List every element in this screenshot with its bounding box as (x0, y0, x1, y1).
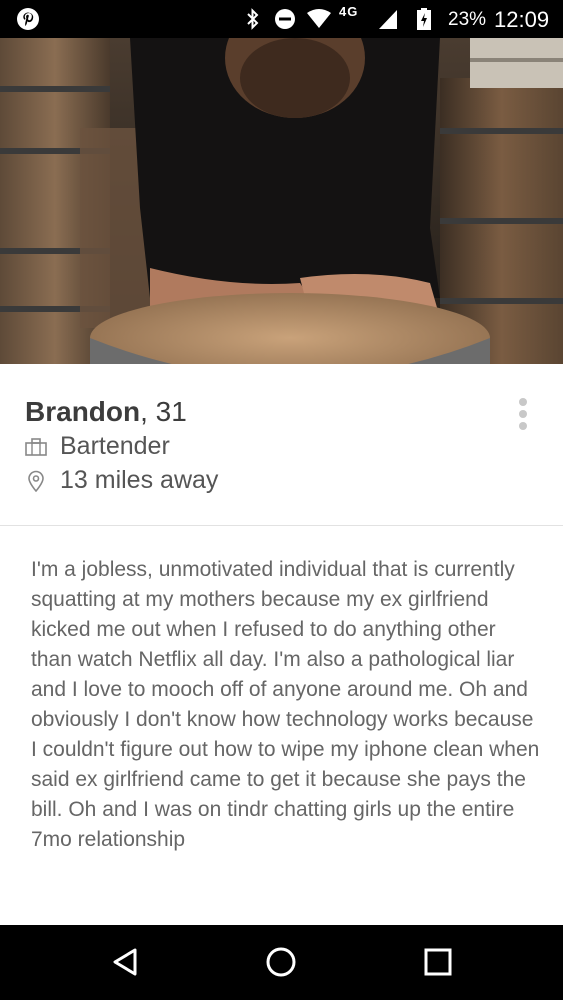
more-dot (519, 422, 527, 430)
more-options-button[interactable] (510, 394, 536, 434)
profile-name: Brandon (25, 396, 141, 427)
recents-icon[interactable] (418, 942, 458, 982)
briefcase-icon (25, 438, 47, 456)
battery-charging-icon (417, 8, 431, 30)
profile-photo[interactable] (0, 38, 563, 364)
back-icon[interactable] (105, 942, 145, 982)
do-not-disturb-icon (275, 9, 295, 29)
more-vertical-icon (519, 398, 527, 406)
divider (0, 525, 563, 526)
profile-info: Brandon, 31 Bartender 13 miles away (0, 364, 563, 526)
battery-percent: 23% (448, 9, 487, 30)
clock: 12:09 (494, 7, 550, 32)
network-type-label: 4G (339, 4, 359, 19)
more-dot (519, 410, 527, 418)
job-label: Bartender (60, 432, 170, 460)
navigation-bar (0, 925, 563, 1000)
location-pin-icon (28, 470, 44, 492)
profile-age: , 31 (140, 396, 187, 427)
name-age: Brandon, 31 (25, 396, 187, 428)
signal-icon (379, 10, 397, 29)
status-bar: 4G 23% 12:09 (0, 0, 563, 38)
wifi-icon (307, 9, 331, 28)
pinterest-icon (17, 8, 39, 30)
distance-label: 13 miles away (60, 466, 219, 494)
home-icon[interactable] (261, 942, 301, 982)
profile-photo-image (0, 38, 563, 364)
bluetooth-icon (247, 8, 259, 30)
profile-bio: I'm a jobless, unmotivated individual th… (31, 558, 540, 851)
